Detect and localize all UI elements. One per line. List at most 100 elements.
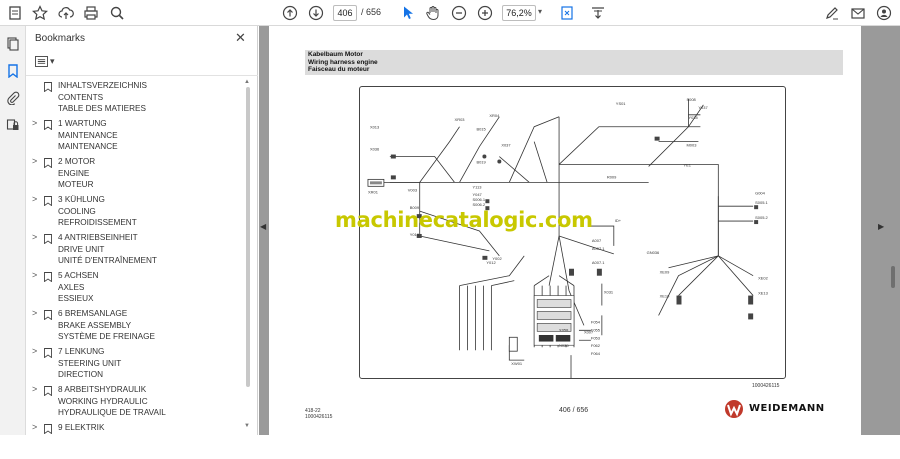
hand-pan-icon[interactable] <box>423 3 443 23</box>
chevron-right-icon[interactable]: > <box>32 346 37 356</box>
cloud-upload-icon[interactable] <box>56 3 76 23</box>
brand-name: WEIDEMANN <box>749 403 825 414</box>
bookmark-icon <box>44 234 52 244</box>
prev-page-icon[interactable] <box>280 3 300 23</box>
thumbnails-icon[interactable] <box>5 36 21 52</box>
collapse-right-icon[interactable]: ▶ <box>878 222 884 231</box>
connector-label: R009 <box>607 174 617 179</box>
collapse-left-icon[interactable]: ◀ <box>260 222 266 231</box>
next-page-icon[interactable] <box>306 3 326 23</box>
scroll-up-icon[interactable]: ▲ <box>244 79 250 85</box>
bookmark-star-icon[interactable] <box>30 3 50 23</box>
connector-label: V003 <box>408 187 418 192</box>
bookmark-item[interactable]: >2 MOTOR ENGINE MOTEUR <box>26 155 242 193</box>
bookmark-item[interactable]: >8 ARBEITSHYDRAULIK WORKING HYDRAULIC HYDR… <box>26 383 242 421</box>
bookmark-line: UNITÉ D'ENTRAÎNEMENT <box>58 256 157 265</box>
bookmark-line: COOLING <box>58 206 96 216</box>
bookmark-item[interactable]: >4 ANTRIEBSEINHEIT DRIVE UNIT UNITÉ D'ENTR… <box>26 231 242 269</box>
connector-label: XR03 <box>455 117 466 122</box>
chevron-right-icon[interactable]: > <box>32 422 37 432</box>
bookmark-line: 5 ACHSEN <box>58 271 99 280</box>
wiring-diagram: XR03 XR04 X013 X036 B015 B019 X037 XR01 V003 Y113… <box>359 86 786 385</box>
chevron-right-icon[interactable]: > <box>32 384 37 394</box>
connector-label: X031 <box>604 290 614 295</box>
footer-codes: 418-22 1000426115 <box>305 408 332 420</box>
bookmark-line: MAINTENANCE <box>58 130 118 140</box>
pdf-page: Kabelbaum Motor Wiring harness engine Fa… <box>269 26 861 435</box>
bookmark-item[interactable]: >7 LENKUNG STEERING UNIT DIRECTION <box>26 345 242 383</box>
chevron-right-icon[interactable]: > <box>32 156 37 166</box>
document-scrollbar[interactable] <box>890 30 896 430</box>
print-icon[interactable] <box>81 3 101 23</box>
bookmark-line: 4 ANTRIEBSEINHEIT <box>58 233 138 242</box>
bookmark-item[interactable]: INHALTSVERZEICHNIS CONTENTS TABLE DES MATI… <box>26 79 242 117</box>
sign-pen-icon[interactable] <box>822 3 842 23</box>
zoom-level-input[interactable]: 76,2% <box>502 5 536 21</box>
bookmark-label: 1 WARTUNG MAINTENANCE MAINTENANCE <box>58 118 118 153</box>
chevron-right-icon[interactable]: > <box>32 270 37 280</box>
bookmark-item[interactable]: >3 KÜHLUNG COOLING REFROIDISSEMENT <box>26 193 242 231</box>
connector-label: M003 <box>686 143 697 148</box>
connector-label: XE10 <box>660 294 671 299</box>
scroll-mode-icon[interactable] <box>588 3 608 23</box>
connector-label: F055 <box>591 327 601 332</box>
connector-label: YE1 <box>683 162 691 167</box>
chevron-right-icon[interactable]: > <box>32 194 37 204</box>
list-options-icon <box>35 55 48 67</box>
mail-icon[interactable] <box>848 3 868 23</box>
connector-label: XE13 <box>758 291 769 296</box>
scroll-thumb[interactable] <box>246 87 250 387</box>
bookmark-line: ENGINE <box>58 168 90 178</box>
bookmark-line: STEERING UNIT <box>58 358 122 368</box>
zoom-out-icon[interactable] <box>449 3 469 23</box>
connector-label: Y010 <box>410 232 420 237</box>
scroll-down-icon[interactable]: ▼ <box>244 423 250 429</box>
chevron-down-icon[interactable]: ▾ <box>538 7 542 16</box>
chevron-right-icon[interactable]: > <box>32 232 37 242</box>
bookmark-label: 4 ANTRIEBSEINHEIT DRIVE UNIT UNITÉ D'ENTRA… <box>58 232 157 267</box>
home-icon[interactable] <box>5 3 25 23</box>
connector-label: ID+ <box>615 218 622 223</box>
weidemann-logo <box>724 399 744 419</box>
close-icon[interactable]: ✕ <box>235 30 246 46</box>
bookmark-line: 2 MOTOR <box>58 157 96 166</box>
panel-title: Bookmarks <box>35 33 86 44</box>
bookmark-item[interactable]: >6 BREMSANLAGE BRAKE ASSEMBLY SYSTÈME DE F… <box>26 307 242 345</box>
layers-lock-icon[interactable] <box>5 117 21 133</box>
connector-label: S005.2 <box>755 215 768 220</box>
zoom-in-icon[interactable] <box>475 3 495 23</box>
page-total: / 656 <box>361 7 382 17</box>
account-icon[interactable] <box>874 3 894 23</box>
bookmark-line: BRAKE ASSEMBLY <box>58 320 132 330</box>
attachment-icon[interactable] <box>5 90 21 106</box>
chevron-right-icon[interactable]: > <box>32 308 37 318</box>
bookmark-line: 9 ELEKTRIK <box>58 423 105 432</box>
connector-label: YS01 <box>616 101 627 106</box>
scroll-thumb[interactable] <box>891 266 895 288</box>
connector-label: F064 <box>591 351 601 356</box>
bookmarks-scrollbar[interactable]: ▲ ▼ <box>244 79 252 429</box>
bookmark-line: DIRECTION <box>58 370 104 379</box>
title-en: Wiring harness engine <box>308 58 378 66</box>
select-cursor-icon[interactable] <box>398 3 418 23</box>
bookmark-line: 7 LENKUNG <box>58 347 105 356</box>
bookmark-icon <box>44 424 52 434</box>
connector-label: XR01 <box>368 189 379 194</box>
bookmark-line: 6 BREMSANLAGE <box>58 309 128 318</box>
bookmark-item[interactable]: >5 ACHSEN AXLES ESSIEUX <box>26 269 242 307</box>
bookmark-line: MOTEUR <box>58 180 94 189</box>
connector-label: Y113 <box>472 184 482 189</box>
page-number-input[interactable]: 406 <box>333 5 357 21</box>
bookmark-item[interactable]: >9 ELEKTRIK <box>26 421 242 459</box>
bookmark-options-button[interactable]: ▾ <box>35 54 55 68</box>
top-toolbar: 406 / 656 76,2% ▾ <box>0 0 900 26</box>
chevron-right-icon[interactable]: > <box>32 118 37 128</box>
bookmark-line: MAINTENANCE <box>58 142 118 151</box>
bookmarks-panel-icon[interactable] <box>5 63 21 79</box>
chevron-down-icon: ▾ <box>50 55 55 66</box>
search-icon[interactable] <box>107 3 127 23</box>
bookmark-item[interactable]: >1 WARTUNG MAINTENANCE MAINTENANCE <box>26 117 242 155</box>
footer-line: 1000426115 <box>305 414 333 420</box>
fit-page-icon[interactable] <box>557 3 577 23</box>
bookmark-icon <box>44 272 52 282</box>
